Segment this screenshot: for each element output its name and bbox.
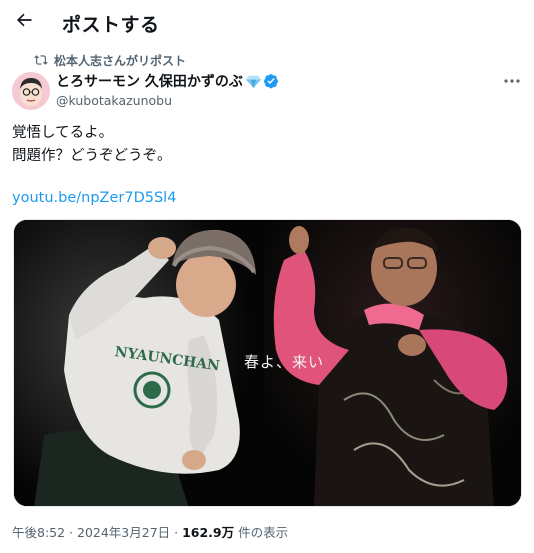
author-handle[interactable]: @kubotakazunobu bbox=[56, 93, 279, 108]
verified-badge-icon[interactable] bbox=[263, 73, 279, 89]
tweet-meta: 午後8:52 · 2024年3月27日 · 162.9万 件の表示 bbox=[12, 522, 288, 541]
back-button[interactable] bbox=[8, 4, 40, 36]
back-arrow-icon bbox=[17, 13, 32, 27]
repost-indicator[interactable]: 松本人志さんがリポスト bbox=[34, 52, 186, 68]
avatar[interactable] bbox=[12, 72, 50, 110]
more-options-button[interactable] bbox=[500, 72, 524, 90]
media-image[interactable]: NYAUNCHAN 春よ、来い bbox=[13, 219, 522, 507]
tweet-link[interactable]: youtu.be/npZer7D5Sl4 bbox=[12, 190, 176, 206]
tweet-line: 覚悟してるよ。 bbox=[12, 125, 114, 141]
page-title: ポストする bbox=[62, 14, 160, 36]
author-block: とろサーモン 久保田かずのぶ @kubotakazunobu bbox=[56, 72, 279, 108]
more-icon bbox=[504, 79, 520, 83]
view-count-label: 件の表示 bbox=[234, 525, 289, 540]
top-bar: ポストする bbox=[0, 0, 534, 44]
tweet-text: 覚悟してるよ。 問題作？どうぞどうぞ。 bbox=[12, 122, 172, 168]
tweet-line: 問題作？どうぞどうぞ。 bbox=[12, 148, 172, 164]
diamond-icon bbox=[245, 75, 261, 88]
avatar-illustration bbox=[12, 72, 50, 110]
media-caption: 春よ、来い bbox=[244, 353, 325, 371]
repost-label: 松本人志さんがリポスト bbox=[54, 53, 187, 68]
view-count: 162.9万 bbox=[182, 525, 235, 540]
repost-icon bbox=[34, 55, 48, 65]
author-name[interactable]: とろサーモン 久保田かずのぶ bbox=[56, 71, 243, 91]
timestamp[interactable]: 午後8:52 · 2024年3月27日 · bbox=[12, 525, 182, 540]
